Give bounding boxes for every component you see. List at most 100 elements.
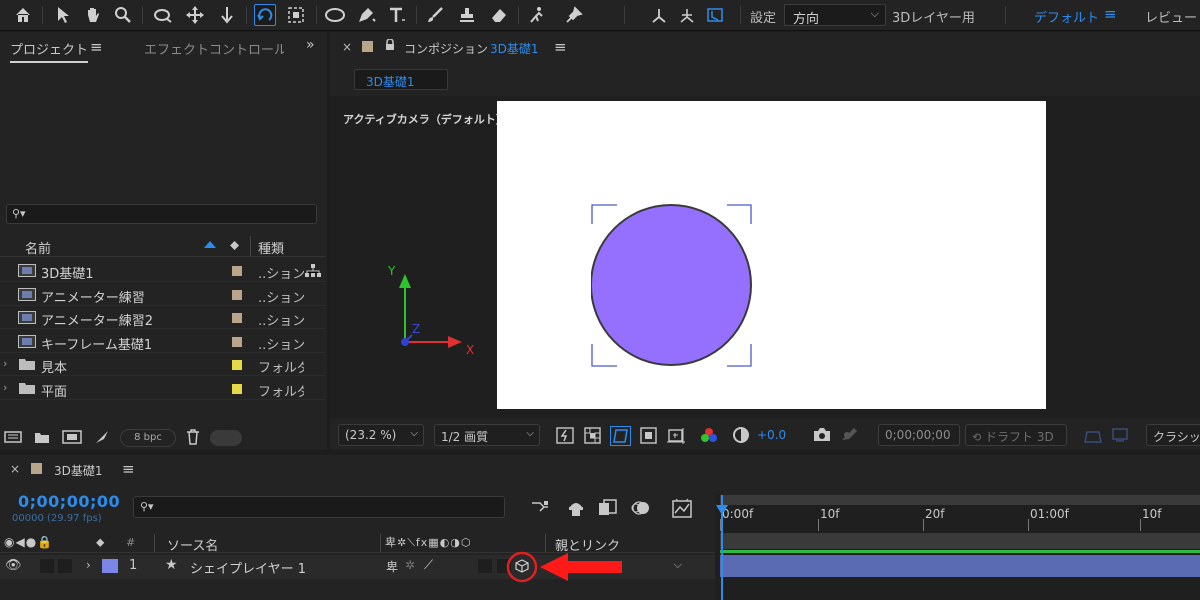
show-snapshot-icon[interactable] [840, 424, 860, 442]
direction-dropdown[interactable]: 方向 ⌵ [784, 4, 886, 27]
eraser-tool-icon[interactable] [488, 4, 510, 26]
composition-tab-prefix[interactable]: コンポジション [404, 40, 488, 57]
view-axis-icon[interactable] [704, 4, 726, 26]
hand-tool-icon[interactable] [82, 4, 104, 26]
timeline-search-input[interactable]: ⚲▾ [133, 496, 505, 518]
ellipse-tool-icon[interactable] [324, 4, 346, 26]
quality-switch-icon[interactable]: ⟋ [424, 558, 433, 573]
lock-toggle[interactable] [58, 559, 72, 573]
puppet-pin-icon[interactable] [563, 4, 585, 26]
label-color-chip[interactable] [232, 266, 242, 276]
pan-tool-icon[interactable] [216, 4, 238, 26]
av-switches-icon[interactable]: ◉◀●🔒 [4, 535, 53, 549]
label-color-chip[interactable] [232, 336, 242, 347]
selection-tool-icon[interactable] [52, 4, 74, 26]
local-axis-icon[interactable] [648, 4, 670, 26]
tab-effect-controls[interactable]: エフェクトコントロール（ [144, 39, 284, 58]
expand-chevron-icon[interactable]: › [86, 558, 91, 572]
timeline-tab-name[interactable]: 3D基礎1 [54, 462, 103, 479]
close-tab-icon[interactable]: × [342, 40, 352, 54]
adobe-dynamic-link-icon[interactable] [94, 429, 110, 445]
guides-icon[interactable] [666, 427, 686, 445]
extended-viewer-icon[interactable] [1110, 426, 1130, 444]
label-color-chip[interactable] [232, 313, 242, 323]
exposure-value[interactable]: +0.0 [757, 428, 786, 442]
new-folder-icon[interactable] [34, 431, 50, 444]
shy-switch-icon[interactable]: 卑 [386, 558, 398, 575]
close-tab-icon[interactable]: × [10, 462, 20, 476]
playhead-handle[interactable] [716, 505, 728, 515]
rotate-tool-icon[interactable] [152, 4, 174, 26]
motion-blur-toggle[interactable] [478, 559, 492, 573]
label-color-chip[interactable] [232, 360, 242, 370]
panel-menu-icon[interactable]: ≡ [554, 38, 567, 56]
flowchart-icon[interactable] [305, 264, 321, 277]
overflow-chevron-icon[interactable]: » [306, 37, 315, 53]
composition-tab-name[interactable]: 3D基礎1 [490, 40, 539, 57]
project-item[interactable]: キーフレーム基礎1 ..ション [0, 330, 325, 353]
project-item[interactable]: › 見本 フォルダ [0, 353, 325, 376]
workspace-menu-icon[interactable]: ≡ [1104, 5, 1117, 23]
move-tool-icon[interactable] [184, 4, 206, 26]
motion-blur-icon[interactable] [631, 499, 651, 517]
solo-toggle[interactable] [40, 559, 54, 573]
snapshot-camera-icon[interactable] [812, 426, 832, 443]
orbit-camera-icon[interactable] [254, 4, 276, 26]
tab-project[interactable]: プロジェクト [10, 39, 89, 63]
resolution-dropdown[interactable]: 1/2 画質 ⌵ [434, 424, 540, 446]
column-type[interactable]: 種類 [258, 238, 284, 257]
ground-plane-icon[interactable] [1083, 426, 1103, 444]
layer-duration-bar[interactable] [720, 555, 1200, 577]
home-icon[interactable] [12, 4, 34, 26]
workspace-default[interactable]: デフォルト [1034, 7, 1099, 26]
composition-viewer[interactable]: アクティブカメラ（デフォルト） Y X Z [330, 96, 1200, 418]
project-item[interactable]: アニメーター練習 ..ション [0, 283, 325, 306]
comp-mini-flowchart-icon[interactable] [530, 499, 550, 515]
project-item[interactable]: › 平面 フォルダ [0, 377, 325, 400]
zoom-dropdown[interactable]: (23.2 %) ⌵ [338, 424, 424, 446]
graph-editor-icon[interactable] [672, 498, 692, 518]
text-tool-icon[interactable] [386, 4, 408, 26]
flow-toggle[interactable] [210, 430, 242, 446]
frame-blending-icon[interactable] [598, 499, 618, 517]
fast-previews-icon[interactable] [556, 427, 574, 444]
label-tag-icon[interactable]: ⬥ [96, 535, 104, 550]
camera-track-icon[interactable] [285, 4, 307, 26]
bit-depth-button[interactable]: 8 bpc [120, 429, 176, 447]
project-item[interactable]: アニメーター練習2 ..ション [0, 306, 325, 329]
composition-subtab[interactable]: 3D基礎1 [354, 69, 448, 90]
lock-icon[interactable] [385, 39, 395, 51]
panel-menu-icon[interactable]: ≡ [90, 38, 103, 56]
zoom-tool-icon[interactable] [112, 4, 134, 26]
clone-stamp-icon[interactable] [456, 4, 478, 26]
column-name[interactable]: 名前 [25, 238, 51, 257]
roto-brush-icon[interactable] [526, 4, 548, 26]
sort-ascending-icon[interactable] [204, 241, 216, 248]
label-color-chip[interactable] [232, 289, 242, 300]
shy-layers-icon[interactable] [566, 499, 586, 517]
region-of-interest-icon[interactable] [610, 426, 631, 446]
draft-3d-toggle[interactable]: ⟲ ドラフト 3D [965, 424, 1067, 446]
column-source-name[interactable]: ソース名 [167, 535, 218, 554]
trash-icon[interactable] [186, 429, 200, 445]
interpret-footage-icon[interactable] [4, 430, 22, 444]
layer-name[interactable]: シェイプレイヤー 1 [190, 558, 306, 577]
collapse-switch-icon[interactable]: ✲ [405, 558, 415, 572]
circle-shape[interactable] [591, 204, 753, 368]
timeline-area[interactable]: 0:00f 10f 20f 01:00f 10f [715, 495, 1200, 600]
project-search-input[interactable]: ⚲▾ [6, 204, 317, 224]
composition-canvas[interactable] [497, 101, 1046, 409]
layer-label-color[interactable] [102, 559, 118, 573]
current-time-field[interactable]: 0;00;00;00 [878, 424, 960, 446]
label-tag-icon[interactable]: ⬥ [230, 238, 239, 253]
label-color-chip[interactable] [232, 383, 242, 394]
transparency-grid-icon[interactable] [584, 427, 601, 444]
renderer-dropdown[interactable]: クラシック [1146, 424, 1200, 446]
expand-chevron-icon[interactable]: › [3, 357, 7, 370]
work-area-bar[interactable] [720, 495, 1200, 505]
project-item[interactable]: 3D基礎1 ..ション [0, 259, 325, 282]
timeline-timecode[interactable]: 0;00;00;00 [18, 492, 120, 511]
exposure-reset-icon[interactable] [732, 426, 750, 444]
time-ruler[interactable]: 0:00f 10f 20f 01:00f 10f [715, 505, 1200, 531]
pen-tool-icon[interactable] [355, 4, 377, 26]
